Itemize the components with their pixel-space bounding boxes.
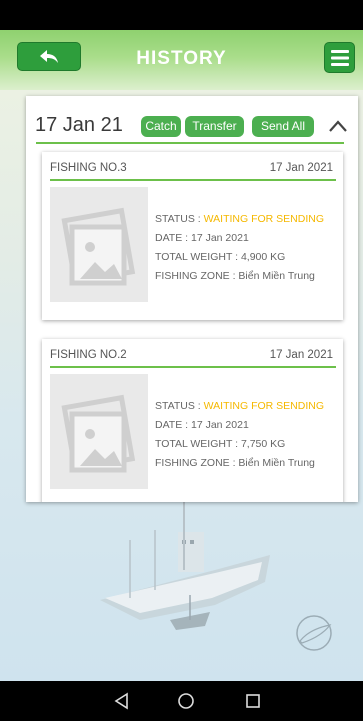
trip-date: 17 Jan 2021	[269, 162, 333, 174]
hamburger-menu-icon	[330, 49, 349, 66]
history-group-panel: 17 Jan 21 Catch Transfer Send All FISHIN…	[26, 96, 358, 502]
status-label: STATUS :	[155, 400, 204, 412]
trip-list[interactable]: FISHING NO.3 17 Jan 2021 STATUS : WAITIN…	[26, 146, 358, 502]
trip-card[interactable]: FISHING NO.3 17 Jan 2021 STATUS : WAITIN…	[42, 152, 343, 320]
page-title: HISTORY	[136, 48, 227, 69]
catch-button[interactable]: Catch	[141, 116, 181, 137]
zone-line: FISHING ZONE : Biển Miền Trung	[155, 270, 315, 282]
status-label: STATUS :	[155, 213, 204, 225]
status-bar	[0, 0, 363, 30]
square-recents-icon[interactable]	[243, 691, 263, 711]
send-all-button[interactable]: Send All	[252, 116, 314, 137]
triangle-back-icon[interactable]	[112, 691, 132, 711]
system-navigation-bar	[0, 681, 363, 721]
date-line: DATE : 17 Jan 2021	[155, 419, 249, 431]
chevron-up-icon[interactable]	[326, 116, 350, 136]
card-divider	[50, 179, 336, 181]
status-line: STATUS : WAITING FOR SENDING	[155, 210, 340, 229]
status-value: WAITING FOR SENDING	[203, 400, 324, 412]
menu-button[interactable]	[324, 42, 355, 73]
group-date: 17 Jan 21	[35, 114, 123, 136]
header-divider	[36, 142, 344, 144]
weight-line: TOTAL WEIGHT : 4,900 KG	[155, 251, 286, 263]
header-bar: HISTORY	[0, 30, 363, 90]
trip-name: FISHING NO.2	[50, 349, 127, 361]
trip-card[interactable]: FISHING NO.2 17 Jan 2021 STATUS : WAITIN…	[42, 339, 343, 502]
date-line: DATE : 17 Jan 2021	[155, 232, 249, 244]
trip-details: STATUS : WAITING FOR SENDING DATE : 17 J…	[155, 210, 340, 286]
trip-name: FISHING NO.3	[50, 162, 127, 174]
app-screen: HISTORY 17 Jan 21 Catch Transfer Send Al…	[0, 30, 363, 681]
history-group-header: 17 Jan 21 Catch Transfer Send All	[26, 96, 358, 146]
back-button[interactable]	[17, 42, 81, 71]
image-placeholder-icon	[50, 374, 148, 489]
trip-date: 17 Jan 2021	[269, 349, 333, 361]
circle-home-icon[interactable]	[176, 691, 196, 711]
trip-details: STATUS : WAITING FOR SENDING DATE : 17 J…	[155, 397, 340, 473]
zone-line: FISHING ZONE : Biển Miền Trung	[155, 457, 315, 469]
status-value: WAITING FOR SENDING	[203, 213, 324, 225]
weight-line: TOTAL WEIGHT : 7,750 KG	[155, 438, 286, 450]
image-placeholder-icon	[50, 187, 148, 302]
status-line: STATUS : WAITING FOR SENDING	[155, 397, 340, 416]
card-divider	[50, 366, 336, 368]
back-arrow-icon	[40, 49, 58, 63]
transfer-button[interactable]: Transfer	[185, 116, 244, 137]
